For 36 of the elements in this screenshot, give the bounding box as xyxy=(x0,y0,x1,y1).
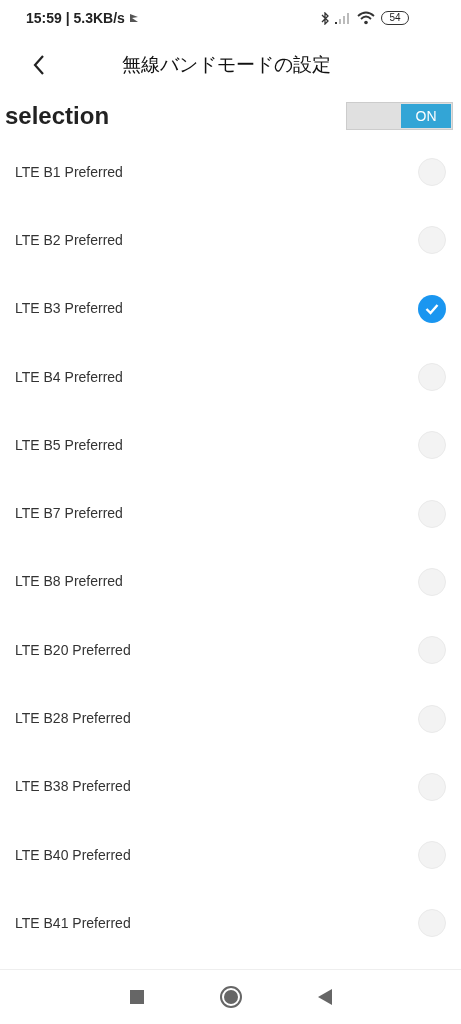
option-row[interactable]: LTE B38 Preferred xyxy=(0,752,461,821)
option-label: LTE B41 Preferred xyxy=(15,913,131,933)
radio-button[interactable] xyxy=(418,294,446,323)
home-button[interactable] xyxy=(219,986,242,1008)
option-row[interactable]: LTE B41 Preferred xyxy=(0,889,461,958)
back-nav-button[interactable] xyxy=(317,989,332,1005)
option-label: LTE B2 Preferred xyxy=(15,230,123,250)
option-row[interactable]: LTE B7 Preferred xyxy=(0,479,461,548)
wifi-icon xyxy=(357,11,375,25)
option-row[interactable]: LTE B8 Preferred xyxy=(0,547,461,617)
option-row[interactable]: LTE B1 Preferred xyxy=(0,138,461,207)
option-row[interactable]: LTE B3 Preferred xyxy=(0,274,461,343)
section-title: selection xyxy=(5,101,110,131)
signal-icon xyxy=(335,12,351,24)
recents-button[interactable] xyxy=(129,990,144,1004)
option-row[interactable]: LTE B28 Preferred xyxy=(0,684,461,753)
flag-icon xyxy=(128,13,139,23)
option-label: LTE B40 Preferred xyxy=(15,845,131,865)
option-label: LTE B3 Preferred xyxy=(15,299,123,319)
option-label: LTE B5 Preferred xyxy=(15,435,123,455)
page-title: 無線バンドモードの設定 xyxy=(122,52,331,77)
option-label: LTE B4 Preferred xyxy=(15,367,123,387)
option-row[interactable]: LTE B40 Preferred xyxy=(0,820,461,890)
status-time: 15:59 | 5.3KB/s xyxy=(26,8,125,28)
option-row[interactable]: LTE B4 Preferred xyxy=(0,342,461,412)
option-label: LTE B20 Preferred xyxy=(15,640,131,660)
option-row[interactable]: LTE B5 Preferred xyxy=(0,411,461,480)
option-label: LTE B1 Preferred xyxy=(15,162,123,182)
option-row[interactable]: LTE B2 Preferred xyxy=(0,206,461,275)
bluetooth-icon xyxy=(321,11,329,25)
option-label: LTE B28 Preferred xyxy=(15,709,131,728)
option-label: LTE B38 Preferred xyxy=(15,777,131,797)
check-icon xyxy=(425,302,439,315)
option-label: LTE B8 Preferred xyxy=(15,572,123,592)
option-row[interactable]: LTE B20 Preferred xyxy=(0,616,461,685)
option-label: LTE B7 Preferred xyxy=(15,504,123,524)
